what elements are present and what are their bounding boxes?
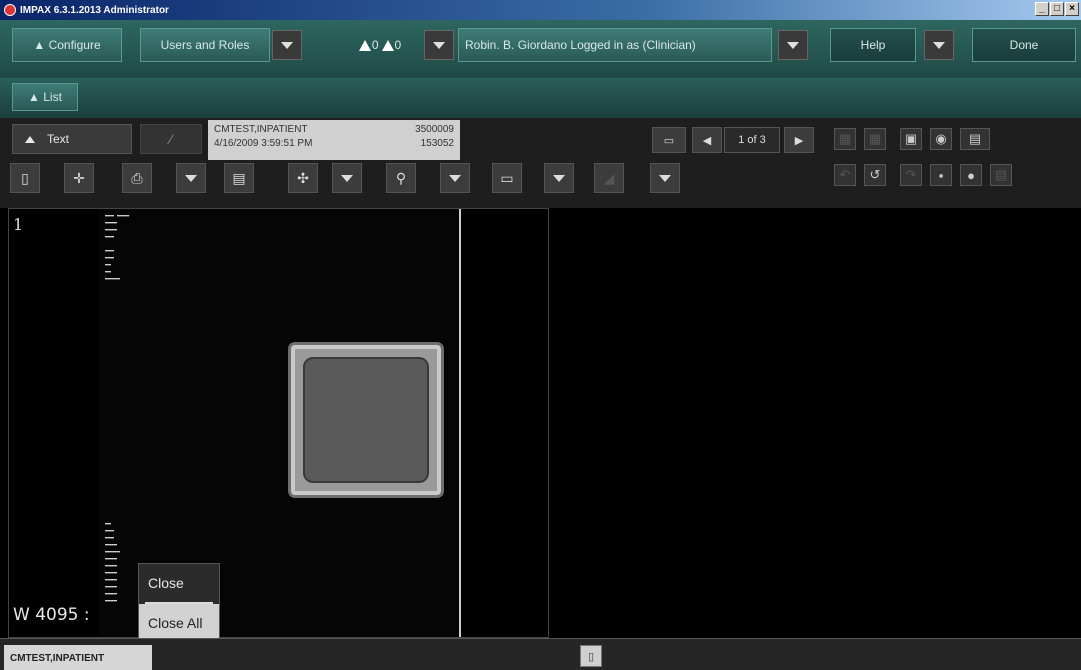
- zoom-icon[interactable]: ◉: [930, 128, 952, 150]
- layout-select-icon[interactable]: ▪: [930, 164, 952, 186]
- overlay-text-bottom: ▬▬ ▬▬▬ ▬▬▬ ▬▬▬▬ ▬▬▬▬▬ ▬▬▬▬ ▬▬▬▬ ▬▬▬▬ ▬▬▬▬ ▬▬▬▬ ▬▬▬…: [105, 521, 121, 604]
- menu-item-close[interactable]: Close: [139, 564, 219, 602]
- configure-button[interactable]: ▲ Configure: [12, 28, 122, 62]
- undo-icon: ↶: [834, 164, 856, 186]
- magnify-dropdown[interactable]: [440, 163, 470, 193]
- user-status: Robin. B. Giordano Logged in as (Clinici…: [458, 28, 772, 62]
- close-window-button[interactable]: ×: [1065, 2, 1079, 16]
- series-icon[interactable]: ▣: [900, 128, 922, 150]
- imaged-object: [291, 345, 441, 495]
- window-title: IMPAX 6.3.1.2013 Administrator: [20, 4, 169, 16]
- info-icon[interactable]: ▯: [10, 163, 40, 193]
- study-datetime: 4/16/2009 3:59:51 PM: [214, 138, 313, 149]
- patient-id: 3500009: [415, 124, 454, 135]
- warning-count-2: 0: [394, 38, 402, 52]
- crosshair-icon[interactable]: ✣: [288, 163, 318, 193]
- page-indicator: 1 of 3: [724, 127, 780, 153]
- text-button[interactable]: Text: [12, 124, 132, 154]
- next-page-button[interactable]: ▶: [784, 127, 814, 153]
- save-icon: ▤: [990, 164, 1012, 186]
- arrow-tool-dropdown[interactable]: [650, 163, 680, 193]
- patient-info: CMTEST,INPATIENT 3500009 4/16/2009 3:59:…: [208, 120, 460, 160]
- warning-icon: [381, 39, 394, 51]
- users-roles-button[interactable]: Users and Roles: [140, 28, 270, 62]
- list-bar: ▲ List: [0, 78, 1081, 118]
- circle-icon[interactable]: ●: [960, 164, 982, 186]
- triangle-up-icon: [25, 135, 35, 143]
- document-icon[interactable]: ▯: [580, 645, 602, 667]
- viewport-number: 1: [13, 215, 24, 234]
- more-tools-icon[interactable]: ▤: [960, 128, 990, 150]
- top-bar: ▲ Configure Users and Roles 0 0 Robin. B…: [0, 20, 1081, 78]
- window-level-readout: W 4095 :: [13, 605, 90, 625]
- layout-icon: ▦: [834, 128, 856, 150]
- minimize-button[interactable]: _: [1035, 2, 1049, 16]
- maximize-button[interactable]: □: [1050, 2, 1064, 16]
- arrow-right-icon: ▶: [794, 134, 804, 147]
- print-icon[interactable]: ⎙: [122, 163, 152, 193]
- redo-icon: ↷: [900, 164, 922, 186]
- viewport-1[interactable]: 1 ▬▬▬ ▬▬▬▬ ▬▬▬▬ ▬▬▬▬ ▬▬▬ ▬▬▬ ▬▬▬ ▬▬ ▬▬ ▬▬▬▬▬ ▬▬ ▬…: [8, 208, 549, 638]
- overlay-text-top: ▬▬▬ ▬▬▬▬ ▬▬▬▬ ▬▬▬▬ ▬▬▬ ▬▬▬ ▬▬▬ ▬▬ ▬▬ ▬▬▬▬▬: [105, 213, 130, 282]
- arrow-tool-icon: ◢: [594, 163, 624, 193]
- print-dropdown[interactable]: [176, 163, 206, 193]
- warning-count-1: 0: [371, 38, 379, 52]
- accession-number: 153052: [420, 138, 454, 149]
- pan-icon[interactable]: ✛: [64, 163, 94, 193]
- warnings-dropdown[interactable]: [424, 30, 454, 60]
- warnings-indicator[interactable]: 0 0: [340, 28, 420, 62]
- folder-icon: ▭: [663, 134, 675, 147]
- grid-icon: ▦: [864, 128, 886, 150]
- title-bar: IMPAX 6.3.1.2013 Administrator _ □ ×: [0, 0, 1081, 20]
- text-label: Text: [47, 132, 70, 146]
- patient-tab[interactable]: CMTEST,INPATIENT: [4, 645, 152, 670]
- status-bar: CMTEST,INPATIENT ▯: [0, 638, 1081, 670]
- annotation-icon[interactable]: ▭: [492, 163, 522, 193]
- done-button[interactable]: Done: [972, 28, 1076, 62]
- image-toolbar: Text ⁄ CMTEST,INPATIENT 3500009 4/16/200…: [0, 118, 1081, 208]
- disabled-tool-button: ⁄: [140, 124, 202, 154]
- warning-icon: [358, 39, 371, 51]
- window-controls: _ □ ×: [1035, 2, 1079, 16]
- annotation-dropdown[interactable]: [544, 163, 574, 193]
- help-dropdown[interactable]: [924, 30, 954, 60]
- patient-name: CMTEST,INPATIENT: [214, 124, 308, 135]
- magnify-icon[interactable]: ⚲: [386, 163, 416, 193]
- help-button[interactable]: Help: [830, 28, 916, 62]
- users-roles-dropdown[interactable]: [272, 30, 302, 60]
- context-menu: Close Close All: [138, 563, 220, 643]
- list-button[interactable]: ▲ List: [12, 83, 78, 111]
- menu-item-close-all[interactable]: Close All: [139, 604, 219, 642]
- crosshair-dropdown[interactable]: [332, 163, 362, 193]
- rotate-icon[interactable]: ↺: [864, 164, 886, 186]
- document-icon[interactable]: ▤: [224, 163, 254, 193]
- prev-page-button[interactable]: ◀: [692, 127, 722, 153]
- arrow-left-icon: ◀: [702, 134, 712, 147]
- folder-button[interactable]: ▭: [652, 127, 686, 153]
- app-icon: [4, 4, 16, 16]
- user-dropdown[interactable]: [778, 30, 808, 60]
